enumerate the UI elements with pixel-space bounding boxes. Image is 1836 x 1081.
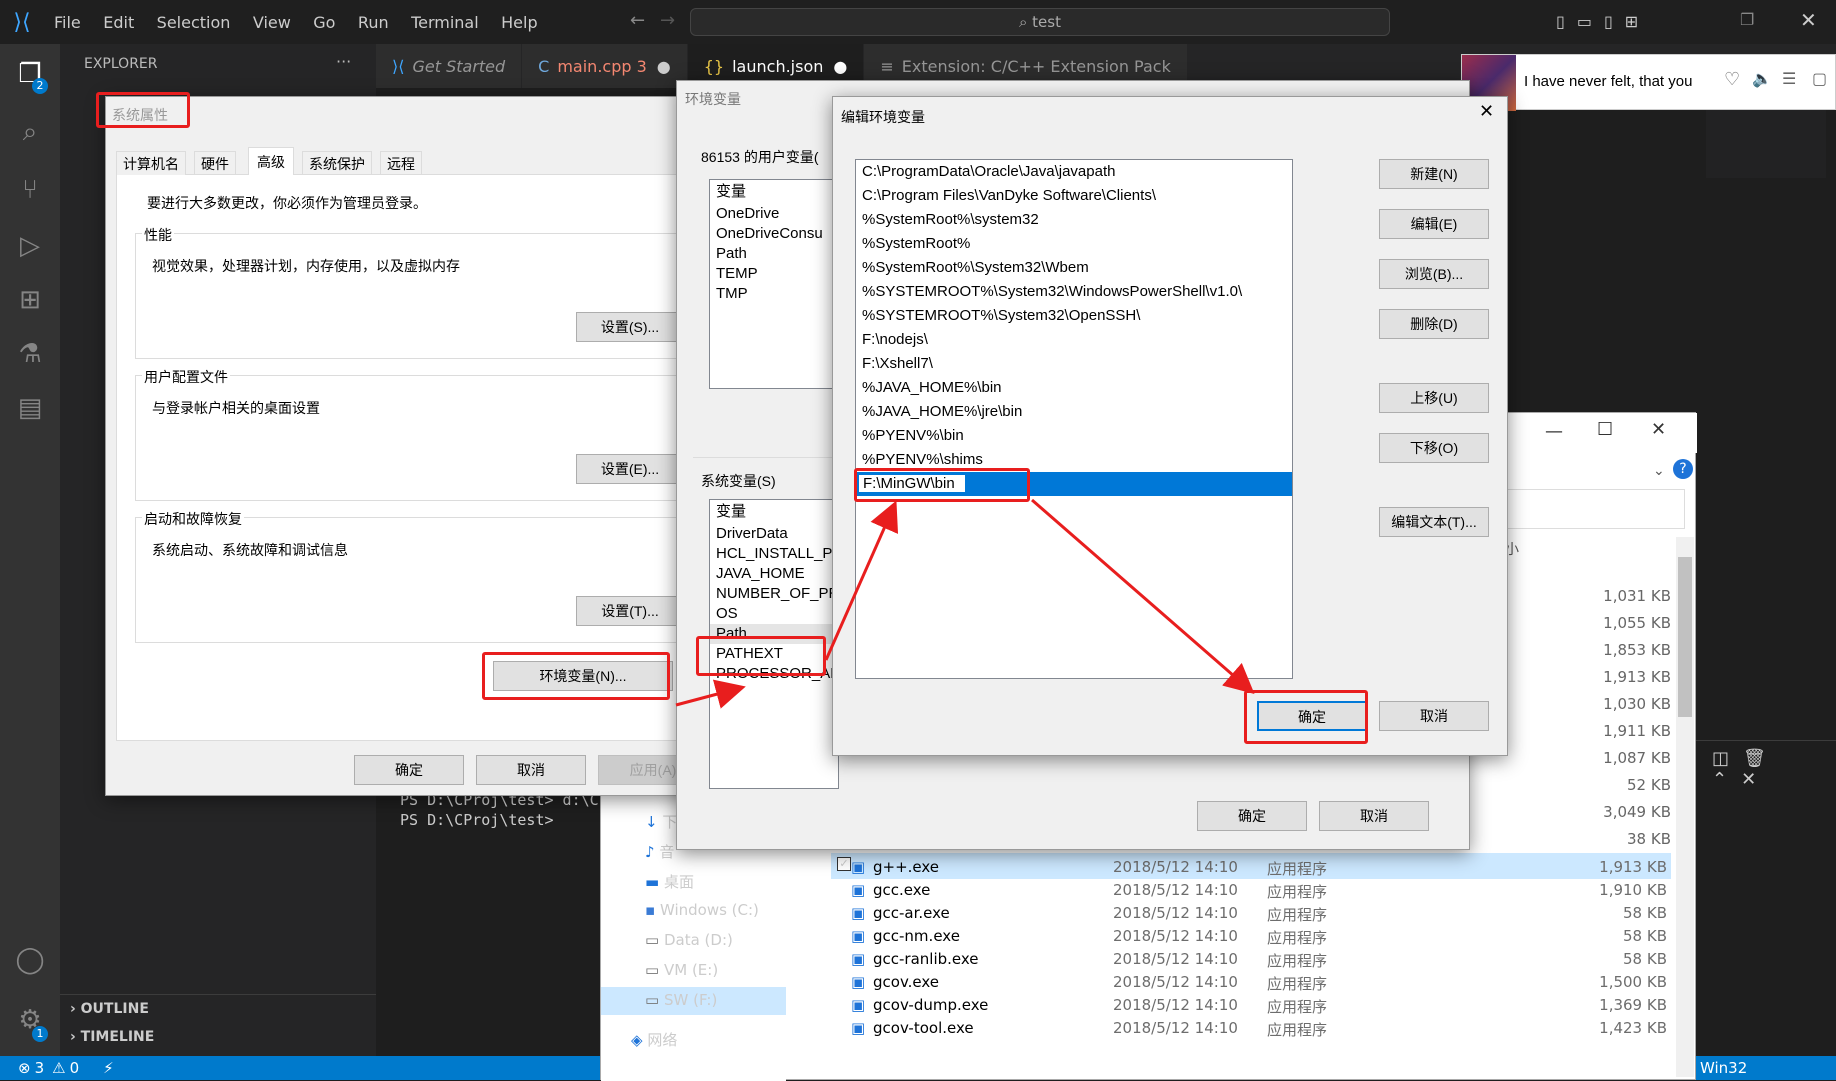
annotation-arrows <box>675 498 1255 709</box>
